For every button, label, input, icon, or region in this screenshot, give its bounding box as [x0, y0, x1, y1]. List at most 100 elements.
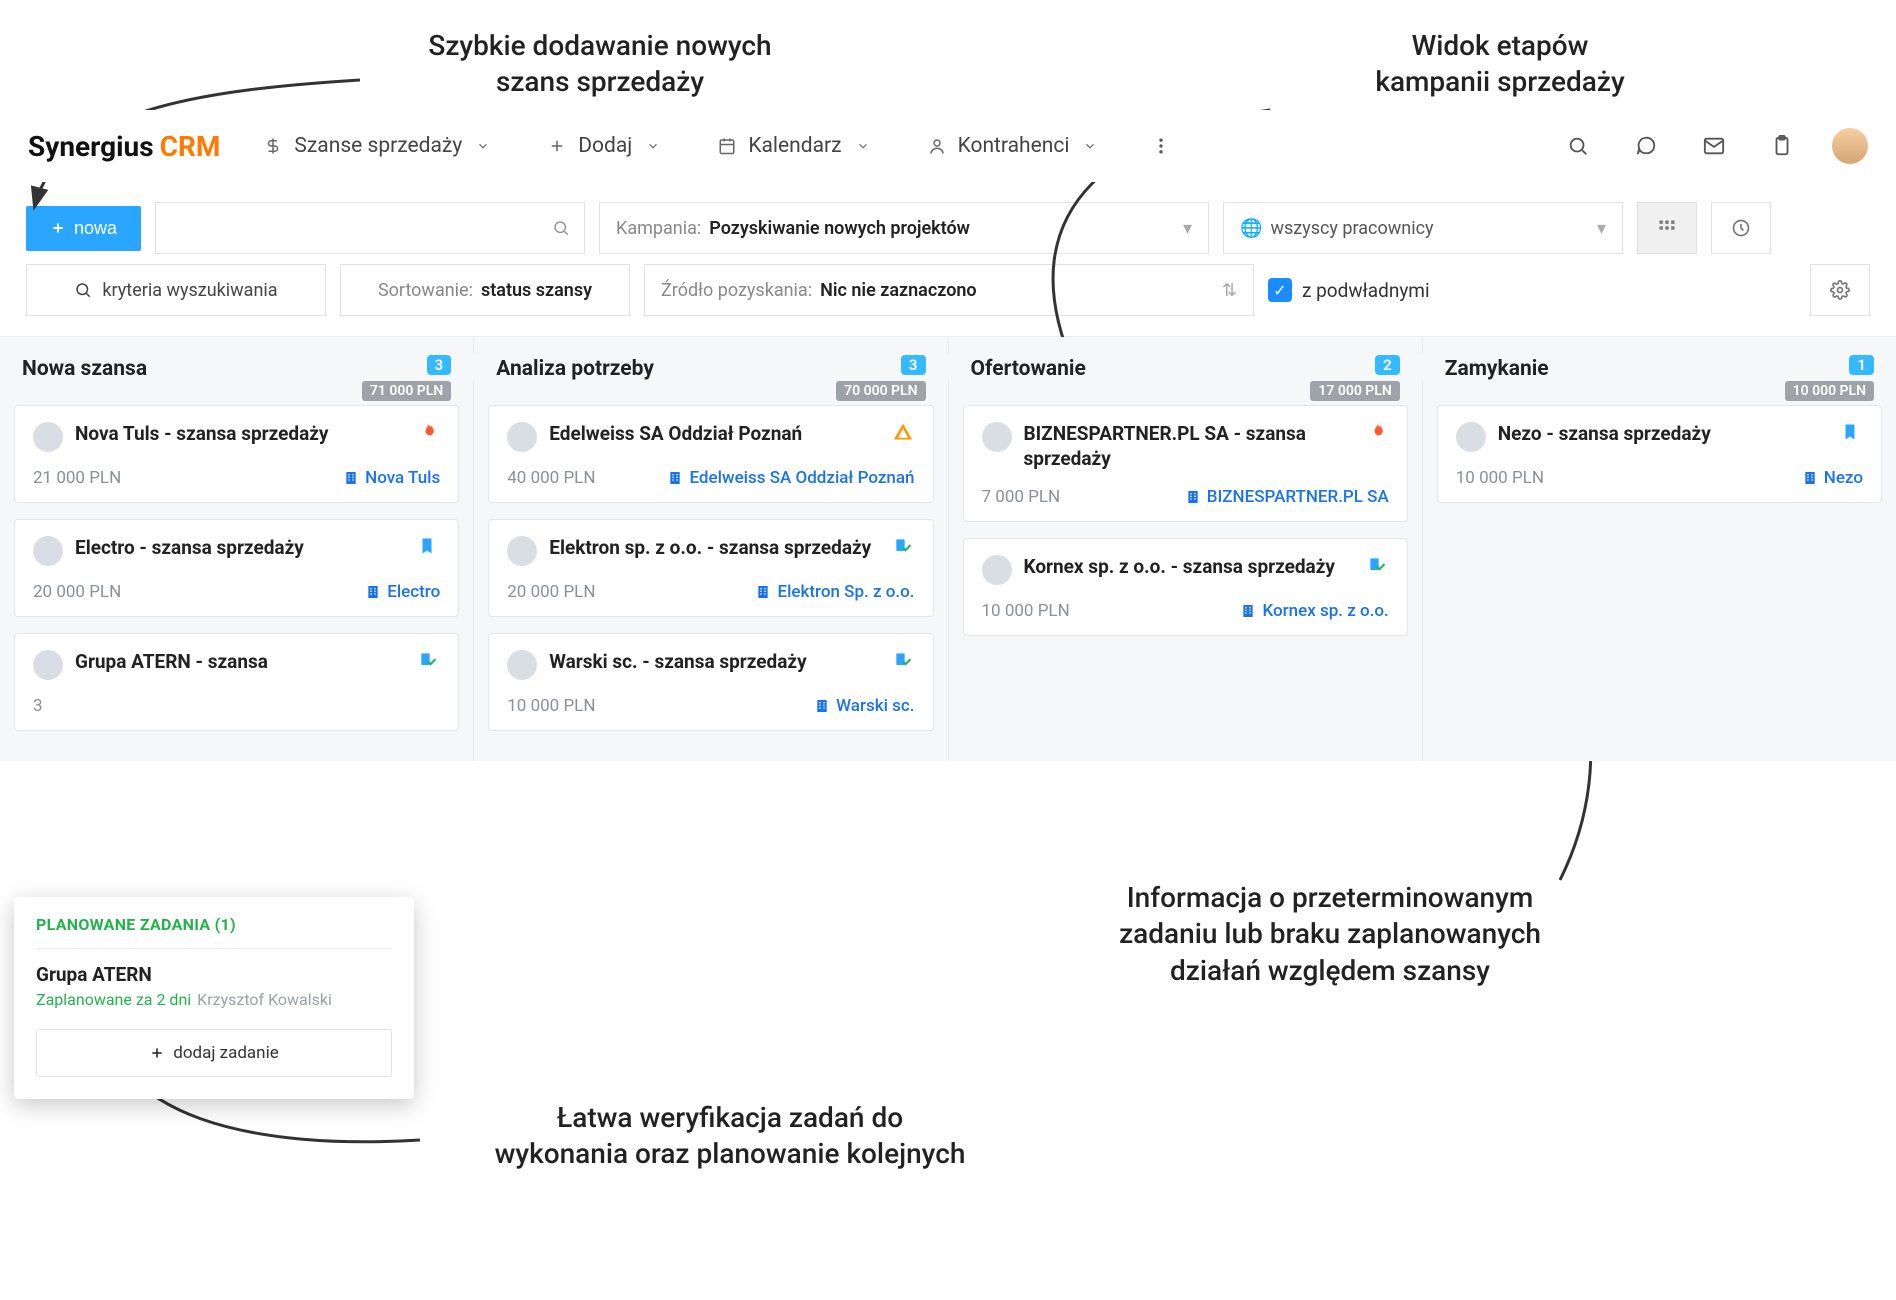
card-company-link[interactable]: BIZNESPARTNER.PL SA — [1185, 487, 1389, 507]
nav-calendar-label: Kalendarz — [748, 134, 841, 158]
kanban-board: Nowa szansa 3 71 000 PLN Nova Tuls - sza… — [0, 336, 1896, 821]
column-header: Analiza potrzeby 3 70 000 PLN — [474, 337, 947, 391]
logo-text-2: CRM — [160, 130, 221, 163]
column-header: Zamykanie 1 10 000 PLN — [1423, 337, 1896, 391]
opportunity-card[interactable]: Grupa ATERN - szansa 3 — [14, 633, 459, 731]
campaign-value: Pozyskiwanie nowych projektów — [709, 218, 970, 239]
criteria-button[interactable]: kryteria wyszukiwania — [26, 264, 326, 316]
popover-due: Zaplanowane za 2 dni — [36, 990, 191, 1009]
card-company-link[interactable]: Elektron Sp. z o.o. — [755, 582, 914, 602]
filter-row-1: nowa Kampania: Pozyskiwanie nowych proje… — [0, 182, 1896, 264]
card-avatar — [33, 536, 63, 566]
card-amount: 10 000 PLN — [507, 696, 595, 716]
card-avatar — [507, 536, 537, 566]
criteria-label: kryteria wyszukiwania — [102, 280, 277, 301]
column-count-badge: 3 — [427, 355, 452, 375]
card-company-link[interactable]: Nova Tuls — [343, 468, 440, 488]
annotation-tasks: Łatwa weryfikacja zadań dowykonania oraz… — [420, 1100, 1040, 1173]
opportunity-card[interactable]: Warski sc. - szansa sprzedaży 10 000 PLN… — [488, 633, 933, 731]
more-menu[interactable] — [1143, 128, 1179, 164]
chevron-down-icon — [1079, 135, 1101, 157]
employees-dropdown[interactable]: 🌐 wszyscy pracownicy ▾ — [1223, 202, 1623, 254]
sort-label: Sortowanie: — [378, 280, 473, 301]
column-body: Nezo - szansa sprzedaży 10 000 PLN Nezo — [1423, 391, 1896, 533]
chevron-down-icon — [642, 135, 664, 157]
clipboard-icon[interactable] — [1764, 128, 1800, 164]
column-sum-badge: 71 000 PLN — [362, 381, 451, 401]
sort-dropdown[interactable]: Sortowanie: status szansy — [340, 264, 630, 316]
globe-icon: 🌐 — [1240, 218, 1262, 239]
card-title: Elektron sp. z o.o. - szansa sprzedaży — [549, 536, 880, 561]
nav-contractors[interactable]: Kontrahenci — [916, 128, 1112, 164]
campaign-dropdown[interactable]: Kampania: Pozyskiwanie nowych projektów … — [599, 202, 1209, 254]
new-button[interactable]: nowa — [26, 206, 141, 251]
opportunity-card[interactable]: Nova Tuls - szansa sprzedaży 21 000 PLN … — [14, 405, 459, 503]
column-sum-badge: 10 000 PLN — [1785, 381, 1874, 401]
chevron-down-icon — [852, 135, 874, 157]
card-avatar — [507, 422, 537, 452]
opportunity-card[interactable]: Elektron sp. z o.o. - szansa sprzedaży 2… — [488, 519, 933, 617]
mail-icon[interactable] — [1696, 128, 1732, 164]
chat-icon[interactable] — [1628, 128, 1664, 164]
popover-title: Grupa ATERN — [36, 963, 392, 986]
avatar[interactable] — [1832, 128, 1868, 164]
sort-value: status szansy — [481, 280, 592, 301]
task-icon — [893, 536, 915, 556]
card-title: Nova Tuls - szansa sprzedaży — [75, 422, 406, 447]
source-value: Nic nie zaznaczono — [820, 280, 977, 301]
kanban-column: Analiza potrzeby 3 70 000 PLN Edelweiss … — [474, 337, 948, 761]
card-avatar — [982, 422, 1012, 452]
card-avatar — [507, 650, 537, 680]
card-title: Kornex sp. z o.o. - szansa sprzedaży — [1024, 555, 1355, 580]
tasks-popover: PLANOWANE ZADANIA (1) Grupa ATERN Zaplan… — [14, 897, 414, 1099]
card-avatar — [33, 422, 63, 452]
nav-add[interactable]: Dodaj — [536, 128, 674, 164]
flame-icon — [418, 422, 440, 442]
dollar-icon — [262, 135, 284, 157]
opportunity-card[interactable]: Edelweiss SA Oddział Poznań 40 000 PLN E… — [488, 405, 933, 503]
nav-sales[interactable]: Szanse sprzedaży — [252, 128, 504, 164]
grid-view-toggle[interactable] — [1637, 202, 1697, 254]
warn-icon — [893, 422, 915, 442]
opportunity-card[interactable]: Electro - szansa sprzedaży 20 000 PLN El… — [14, 519, 459, 617]
column-sum-badge: 17 000 PLN — [1310, 381, 1399, 401]
card-company-link[interactable]: Kornex sp. z o.o. — [1240, 601, 1388, 621]
card-amount: 10 000 PLN — [1456, 468, 1544, 488]
card-amount: 20 000 PLN — [33, 582, 121, 602]
task-icon — [893, 650, 915, 670]
card-avatar — [982, 555, 1012, 585]
column-body: Nova Tuls - szansa sprzedaży 21 000 PLN … — [0, 391, 473, 761]
annotation-overdue: Informacja o przeterminowanymzadaniu lub… — [1020, 880, 1640, 989]
opportunity-card[interactable]: Nezo - szansa sprzedaży 10 000 PLN Nezo — [1437, 405, 1882, 503]
card-company-link[interactable]: Electro — [365, 582, 440, 602]
annotation-add: Szybkie dodawanie nowychszans sprzedaży — [340, 28, 860, 101]
card-company-link[interactable]: Warski sc. — [814, 696, 914, 716]
opportunity-card[interactable]: BIZNESPARTNER.PL SA - szansa sprzedaży 7… — [963, 405, 1408, 522]
search-input[interactable] — [155, 202, 585, 254]
search-icon — [552, 219, 570, 237]
checkbox-checked-icon: ✓ — [1268, 278, 1292, 302]
search-icon[interactable] — [1560, 128, 1596, 164]
clock-view-toggle[interactable] — [1711, 202, 1771, 254]
card-title: Electro - szansa sprzedaży — [75, 536, 406, 561]
settings-button[interactable] — [1810, 264, 1870, 316]
card-amount: 3 — [33, 696, 43, 716]
subordinates-checkbox[interactable]: ✓ z podwładnymi — [1268, 278, 1430, 302]
card-company-link[interactable]: Nezo — [1802, 468, 1863, 488]
nav-sales-label: Szanse sprzedaży — [294, 134, 462, 158]
card-amount: 10 000 PLN — [982, 601, 1070, 621]
column-body: Edelweiss SA Oddział Poznań 40 000 PLN E… — [474, 391, 947, 761]
task-icon — [418, 650, 440, 670]
card-company-link[interactable]: Edelweiss SA Oddział Poznań — [667, 468, 914, 488]
calendar-icon — [716, 135, 738, 157]
opportunity-card[interactable]: Kornex sp. z o.o. - szansa sprzedaży 10 … — [963, 538, 1408, 636]
column-count-badge: 2 — [1375, 355, 1400, 375]
source-dropdown[interactable]: Źródło pozyskania: Nic nie zaznaczono ⇅ — [644, 264, 1254, 316]
column-count-badge: 1 — [1849, 355, 1874, 375]
column-sum-badge: 70 000 PLN — [836, 381, 925, 401]
add-task-button[interactable]: dodaj zadanie — [36, 1029, 392, 1077]
card-title: Warski sc. - szansa sprzedaży — [549, 650, 880, 675]
source-label: Źródło pozyskania: — [661, 280, 812, 301]
bookmark-icon — [418, 536, 440, 556]
nav-calendar[interactable]: Kalendarz — [706, 128, 883, 164]
